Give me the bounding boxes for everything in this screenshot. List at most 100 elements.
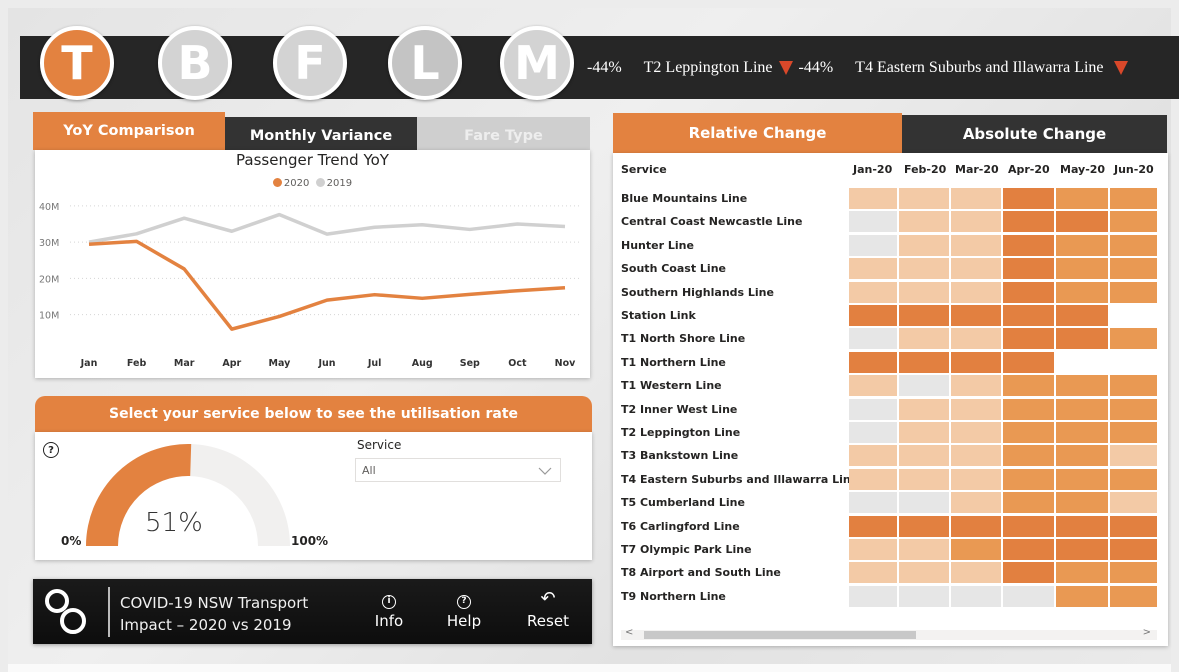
heatmap-cell[interactable] <box>1110 258 1157 280</box>
heatmap-cell[interactable] <box>899 445 949 467</box>
heatmap-cell[interactable] <box>1003 398 1054 420</box>
heatmap-cell[interactable] <box>1056 492 1108 514</box>
heatmap-cell[interactable] <box>849 445 897 467</box>
heatmap-cell[interactable] <box>1056 422 1108 443</box>
tab-relative-change[interactable]: Relative Change <box>613 113 902 153</box>
tab-monthly-variance[interactable]: Monthly Variance <box>225 117 417 150</box>
heatmap-cell[interactable] <box>1110 398 1157 420</box>
heatmap-cell[interactable] <box>951 468 1001 490</box>
mode-button-metro[interactable]: M <box>500 26 574 100</box>
heatmap-cell[interactable] <box>849 539 897 560</box>
heatmap-cell[interactable] <box>899 539 949 560</box>
heatmap-cell[interactable] <box>951 585 1001 607</box>
heatmap-cell[interactable] <box>849 375 897 397</box>
heatmap-cell[interactable] <box>1003 585 1054 607</box>
heatmap-cell[interactable] <box>849 492 897 514</box>
mode-button-light-rail[interactable]: L <box>388 26 462 100</box>
heatmap-cell[interactable] <box>1110 515 1157 537</box>
heatmap-cell[interactable] <box>849 234 897 256</box>
heatmap-cell[interactable] <box>1110 328 1157 350</box>
heatmap-cell[interactable] <box>1003 492 1054 514</box>
heatmap-cell[interactable] <box>951 375 1001 397</box>
heatmap-month-header[interactable]: Jan-20 <box>853 163 892 176</box>
heatmap-cell[interactable] <box>951 258 1001 280</box>
heatmap-cell[interactable] <box>951 445 1001 467</box>
heatmap-cell[interactable] <box>849 422 897 443</box>
heatmap-cell[interactable] <box>1003 305 1054 326</box>
tab-yoy-comparison[interactable]: YoY Comparison <box>33 112 225 150</box>
heatmap-cell[interactable] <box>1003 468 1054 490</box>
heatmap-cell[interactable] <box>849 305 897 326</box>
heatmap-cell[interactable] <box>1056 305 1108 326</box>
heatmap-cell[interactable] <box>1056 562 1108 584</box>
series-line-2019[interactable] <box>88 212 566 244</box>
heatmap-cell[interactable] <box>1110 234 1157 256</box>
heatmap-cell[interactable] <box>899 515 949 537</box>
heatmap-cell[interactable] <box>1056 375 1108 397</box>
heatmap-cell[interactable] <box>899 234 949 256</box>
heatmap-cell[interactable] <box>1056 351 1108 373</box>
heatmap-cell[interactable] <box>1110 539 1157 560</box>
heatmap-cell[interactable] <box>849 398 897 420</box>
heatmap-cell[interactable] <box>1003 188 1054 209</box>
heatmap-cell[interactable] <box>1003 258 1054 280</box>
series-line-2020[interactable] <box>88 239 566 331</box>
heatmap-cell[interactable] <box>1003 281 1054 303</box>
heatmap-cell[interactable] <box>899 258 949 280</box>
scroll-left-arrow[interactable]: < <box>625 627 633 638</box>
heatmap-cell[interactable] <box>1003 351 1054 373</box>
heatmap-cell[interactable] <box>951 539 1001 560</box>
scrollbar-thumb[interactable] <box>644 631 916 639</box>
heatmap-cell[interactable] <box>1056 468 1108 490</box>
heatmap-cell[interactable] <box>1056 328 1108 350</box>
heatmap-cell[interactable] <box>1056 515 1108 537</box>
heatmap-cell[interactable] <box>899 188 949 209</box>
heatmap-cell[interactable] <box>849 515 897 537</box>
heatmap-cell[interactable] <box>1003 328 1054 350</box>
mode-button-trains[interactable]: T <box>40 26 114 100</box>
heatmap-cell[interactable] <box>1110 351 1157 373</box>
heatmap-cell[interactable] <box>1003 375 1054 397</box>
heatmap-cell[interactable] <box>1056 281 1108 303</box>
scroll-right-arrow[interactable]: > <box>1143 627 1151 638</box>
heatmap-cell[interactable] <box>951 515 1001 537</box>
heatmap-month-header[interactable]: Feb-20 <box>904 163 946 176</box>
heatmap-cell[interactable] <box>849 258 897 280</box>
heatmap-cell[interactable] <box>1003 234 1054 256</box>
heatmap-cell[interactable] <box>1110 188 1157 209</box>
tab-absolute-change[interactable]: Absolute Change <box>902 115 1167 153</box>
heatmap-cell[interactable] <box>1110 492 1157 514</box>
heatmap-cell[interactable] <box>899 585 949 607</box>
heatmap-cell[interactable] <box>899 562 949 584</box>
heatmap-cell[interactable] <box>849 188 897 209</box>
reset-button[interactable]: ↶ Reset <box>523 589 573 631</box>
heatmap-cell[interactable] <box>1110 305 1157 326</box>
heatmap-cell[interactable] <box>1110 468 1157 490</box>
heatmap-cell[interactable] <box>899 468 949 490</box>
heatmap-month-header[interactable]: Mar-20 <box>955 163 999 176</box>
heatmap-cell[interactable] <box>899 422 949 443</box>
heatmap-cell[interactable] <box>1056 211 1108 233</box>
heatmap-cell[interactable] <box>899 492 949 514</box>
heatmap-cell[interactable] <box>951 211 1001 233</box>
heatmap-cell[interactable] <box>899 328 949 350</box>
heatmap-cell[interactable] <box>1056 234 1108 256</box>
heatmap-cell[interactable] <box>1110 375 1157 397</box>
heatmap-cell[interactable] <box>951 351 1001 373</box>
heatmap-cell[interactable] <box>1110 281 1157 303</box>
heatmap-cell[interactable] <box>951 398 1001 420</box>
heatmap-cell[interactable] <box>1003 539 1054 560</box>
heatmap-cell[interactable] <box>899 398 949 420</box>
info-button[interactable]: i Info <box>364 589 414 630</box>
heatmap-cell[interactable] <box>849 328 897 350</box>
heatmap-cell[interactable] <box>849 468 897 490</box>
heatmap-cell[interactable] <box>849 585 897 607</box>
heatmap-cell[interactable] <box>951 562 1001 584</box>
heatmap-cell[interactable] <box>951 305 1001 326</box>
heatmap-cell[interactable] <box>1003 422 1054 443</box>
heatmap-cell[interactable] <box>849 211 897 233</box>
mode-button-buses[interactable]: B <box>158 26 232 100</box>
heatmap-cell[interactable] <box>899 375 949 397</box>
heatmap-cell[interactable] <box>1003 515 1054 537</box>
heatmap-month-header[interactable]: Apr-20 <box>1008 163 1050 176</box>
